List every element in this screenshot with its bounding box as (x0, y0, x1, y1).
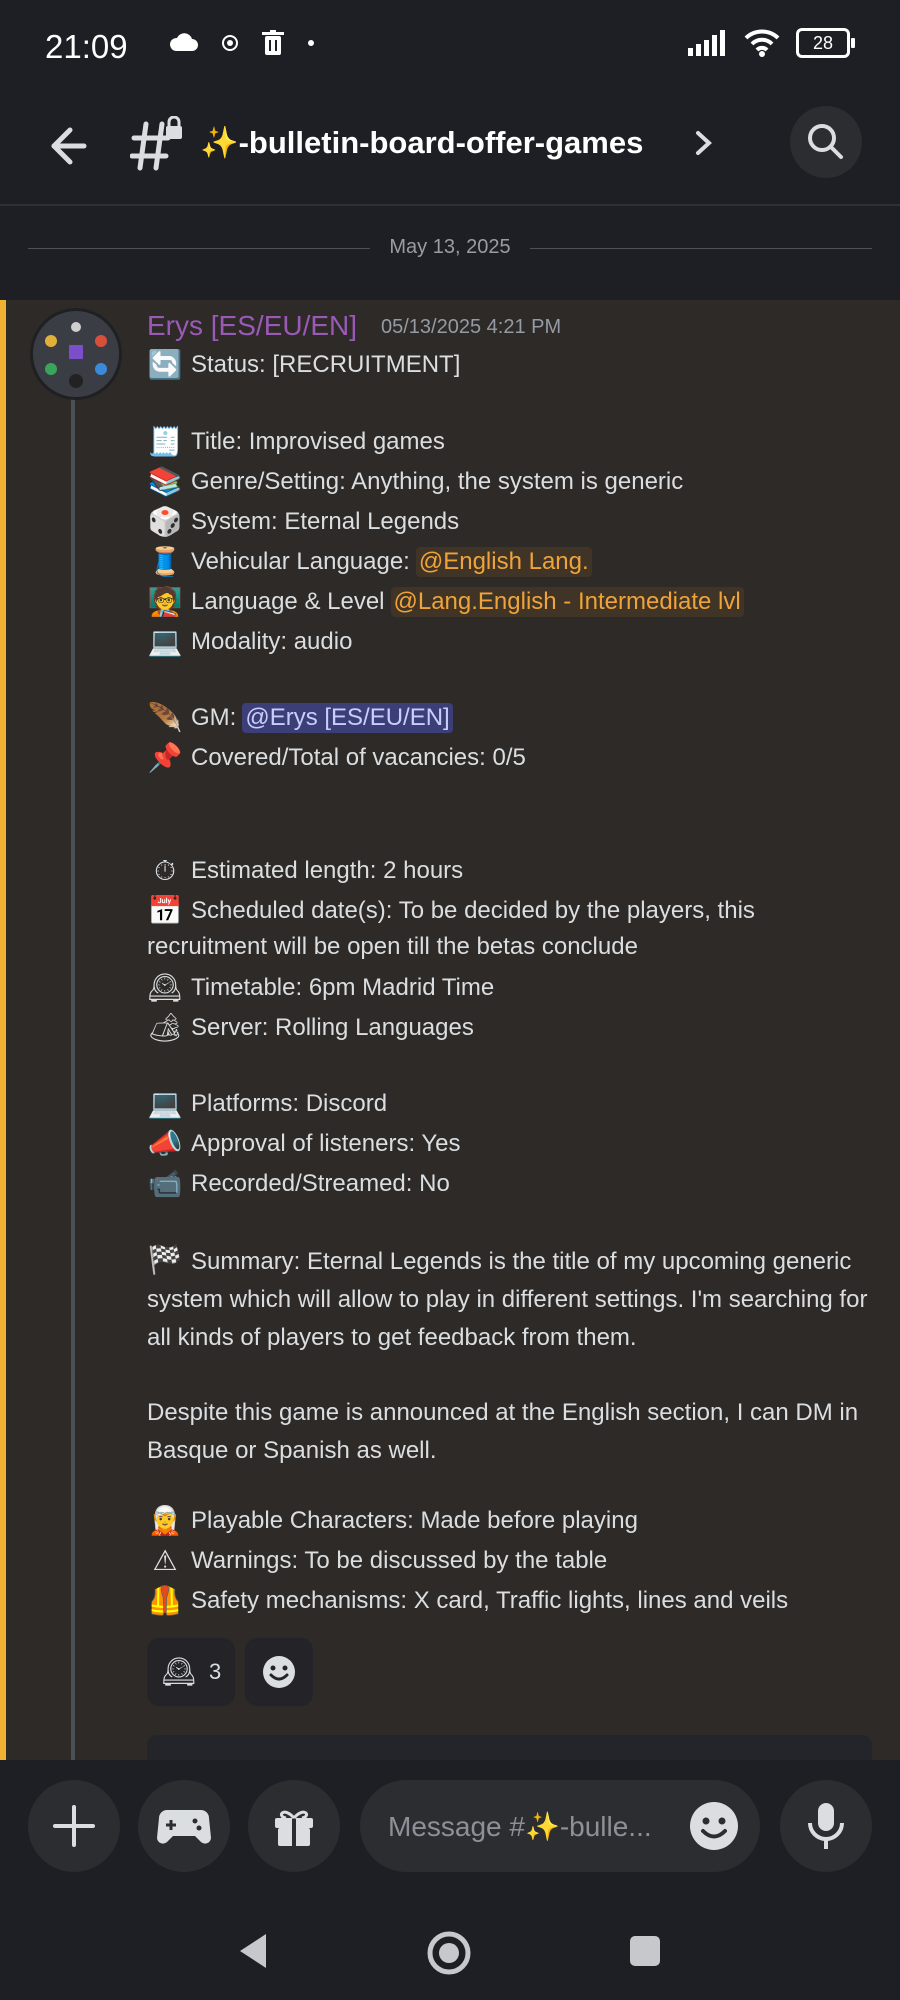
megaphone-icon: 📣 (147, 1127, 183, 1160)
role-mention[interactable]: @Lang.English - Intermediate lvl (390, 587, 744, 617)
language-level-line: 🧑‍🏫 Language & Level @Lang.English - Inter… (147, 584, 744, 620)
plus-icon (53, 1805, 95, 1847)
system-navigation-bar (0, 1910, 900, 2000)
smiley-icon (263, 1656, 296, 1688)
microphone-icon (808, 1803, 844, 1849)
reaction-chip[interactable]: 🕰 3 (147, 1638, 236, 1706)
message-timestamp: 05/13/2025 4:21 PM (381, 316, 562, 338)
elf-icon: 🧝 (147, 1504, 183, 1537)
modality-line: 💻 Modality: audio (147, 625, 353, 658)
listeners-line: 📣 Approval of listeners: Yes (147, 1127, 461, 1160)
role-mention[interactable]: @English Lang. (415, 547, 592, 577)
activities-button[interactable] (138, 1780, 230, 1872)
length-line: ⏱ Estimated length: 2 hours (147, 853, 463, 889)
chevron-right-icon[interactable] (693, 128, 715, 158)
warning-icon: ⚠ (152, 1544, 178, 1577)
pushpin-icon: 📌 (147, 741, 183, 774)
timetable-line: 🕰 Timetable: 6pm Madrid Time (147, 971, 495, 1004)
dates-line: 📅 Scheduled date(s): To be decided by the… (147, 894, 755, 927)
nav-home-icon[interactable] (426, 1930, 472, 1976)
status-bar: 21:09 28 (0, 0, 900, 100)
camping-icon: 🏕 (147, 1011, 183, 1044)
author-name[interactable]: Erys [ES/EU/EN] (147, 310, 357, 342)
channel-header: ✨-bulletin-board-offer-games (0, 100, 900, 206)
trash-icon (262, 30, 284, 55)
bottom-bar: Message #✨-bulle... (0, 1760, 900, 2000)
back-arrow-icon[interactable] (40, 120, 92, 172)
add-attachment-button[interactable] (28, 1780, 120, 1872)
teacher-icon: 🧑‍🏫 (147, 585, 183, 618)
mantelpiece-clock-icon: 🕰 (147, 971, 183, 1004)
server-line: 🏕 Server: Rolling Languages (147, 1011, 474, 1044)
user-mention[interactable]: @Erys [ES/EU/EN] (242, 703, 453, 733)
dot-icon (308, 40, 314, 46)
refresh-icon: 🔄 (147, 348, 183, 381)
divider-line (530, 248, 872, 249)
message[interactable]: Erys [ES/EU/EN] 05/13/2025 4:21 PM 🔄 Stat… (0, 300, 900, 1775)
gm-line: 🪶 GM: @Erys [ES/EU/EN] (147, 700, 453, 736)
reaction-count: 3 (209, 1659, 222, 1684)
nav-back-icon[interactable] (236, 1932, 270, 1970)
date-divider: May 13, 2025 (0, 208, 900, 300)
despite-paragraph: Despite this game is announced at the En… (147, 1399, 859, 1464)
safety-vest-icon: 🦺 (147, 1584, 183, 1617)
vehicular-language-line: 🧵 Vehicular Language: @English Lang. (147, 544, 592, 580)
voice-message-button[interactable] (780, 1780, 872, 1872)
feather-icon: 🪶 (147, 701, 183, 734)
message-input[interactable]: Message #✨-bulle... (360, 1780, 760, 1872)
receipt-icon: 🧾 (147, 425, 183, 458)
system-line: 🎲 System: Eternal Legends (147, 505, 460, 538)
safety-line: 🦺 Safety mechanisms: X card, Traffic ligh… (147, 1584, 789, 1617)
signal-icon (688, 30, 725, 56)
stopwatch-icon: ⏱ (154, 854, 176, 887)
gamepad-icon (157, 1810, 211, 1844)
checkered-flag-icon: 🏁 (147, 1243, 183, 1276)
title-line: 🧾 Title: Improvised games (147, 425, 445, 458)
clock: 21:09 (45, 28, 128, 65)
cloud-icon (169, 33, 198, 51)
reactions-bar: 🕰 3 (147, 1638, 314, 1706)
video-camera-icon: 📹 (147, 1167, 183, 1200)
vacancies-line: 📌 Covered/Total of vacancies: 0/5 (147, 741, 526, 774)
wifi-icon (744, 29, 780, 57)
app-notification-icon (222, 35, 238, 51)
recorded-line: 📹 Recorded/Streamed: No (147, 1167, 450, 1200)
thread-line (71, 390, 75, 1760)
dice-avatar-icon (45, 322, 107, 388)
status-line: 🔄 Status: [RECRUITMENT] (147, 348, 461, 381)
dice-icon: 🎲 (147, 505, 183, 538)
battery-indicator: 28 (796, 28, 855, 58)
add-reaction-button[interactable] (245, 1638, 314, 1706)
genre-line: 📚 Genre/Setting: Anything, the system is … (147, 465, 684, 498)
dates-line-cont: recruitment will be open till the betas … (147, 933, 638, 960)
gift-button[interactable] (248, 1780, 340, 1872)
locked-channel-icon (130, 116, 182, 171)
nav-recents-icon[interactable] (628, 1934, 662, 1968)
search-button[interactable] (790, 106, 862, 178)
gift-icon (275, 1810, 313, 1846)
calendar-icon: 📅 (147, 894, 183, 927)
search-icon (808, 124, 843, 159)
highlight-accent-bar (0, 300, 6, 1760)
platforms-line: 💻 Platforms: Discord (147, 1087, 388, 1120)
thread-spool-icon: 🧵 (147, 545, 183, 578)
summary-paragraph: 🏁 Summary: Eternal Legends is the title o… (147, 1243, 868, 1351)
emoji-icon[interactable] (688, 1800, 740, 1852)
warnings-line: ⚠ Warnings: To be discussed by the table (147, 1543, 607, 1579)
mantelpiece-clock-icon: 🕰 (161, 1655, 197, 1688)
avatar[interactable] (30, 308, 122, 400)
message-placeholder: Message #✨-bulle... (388, 1811, 652, 1842)
laptop-icon: 💻 (147, 1087, 183, 1120)
channel-name[interactable]: ✨-bulletin-board-offer-games (200, 124, 643, 161)
laptop-icon: 💻 (147, 625, 183, 658)
books-icon: 📚 (147, 465, 183, 498)
characters-line: 🧝 Playable Characters: Made before playin… (147, 1504, 638, 1537)
